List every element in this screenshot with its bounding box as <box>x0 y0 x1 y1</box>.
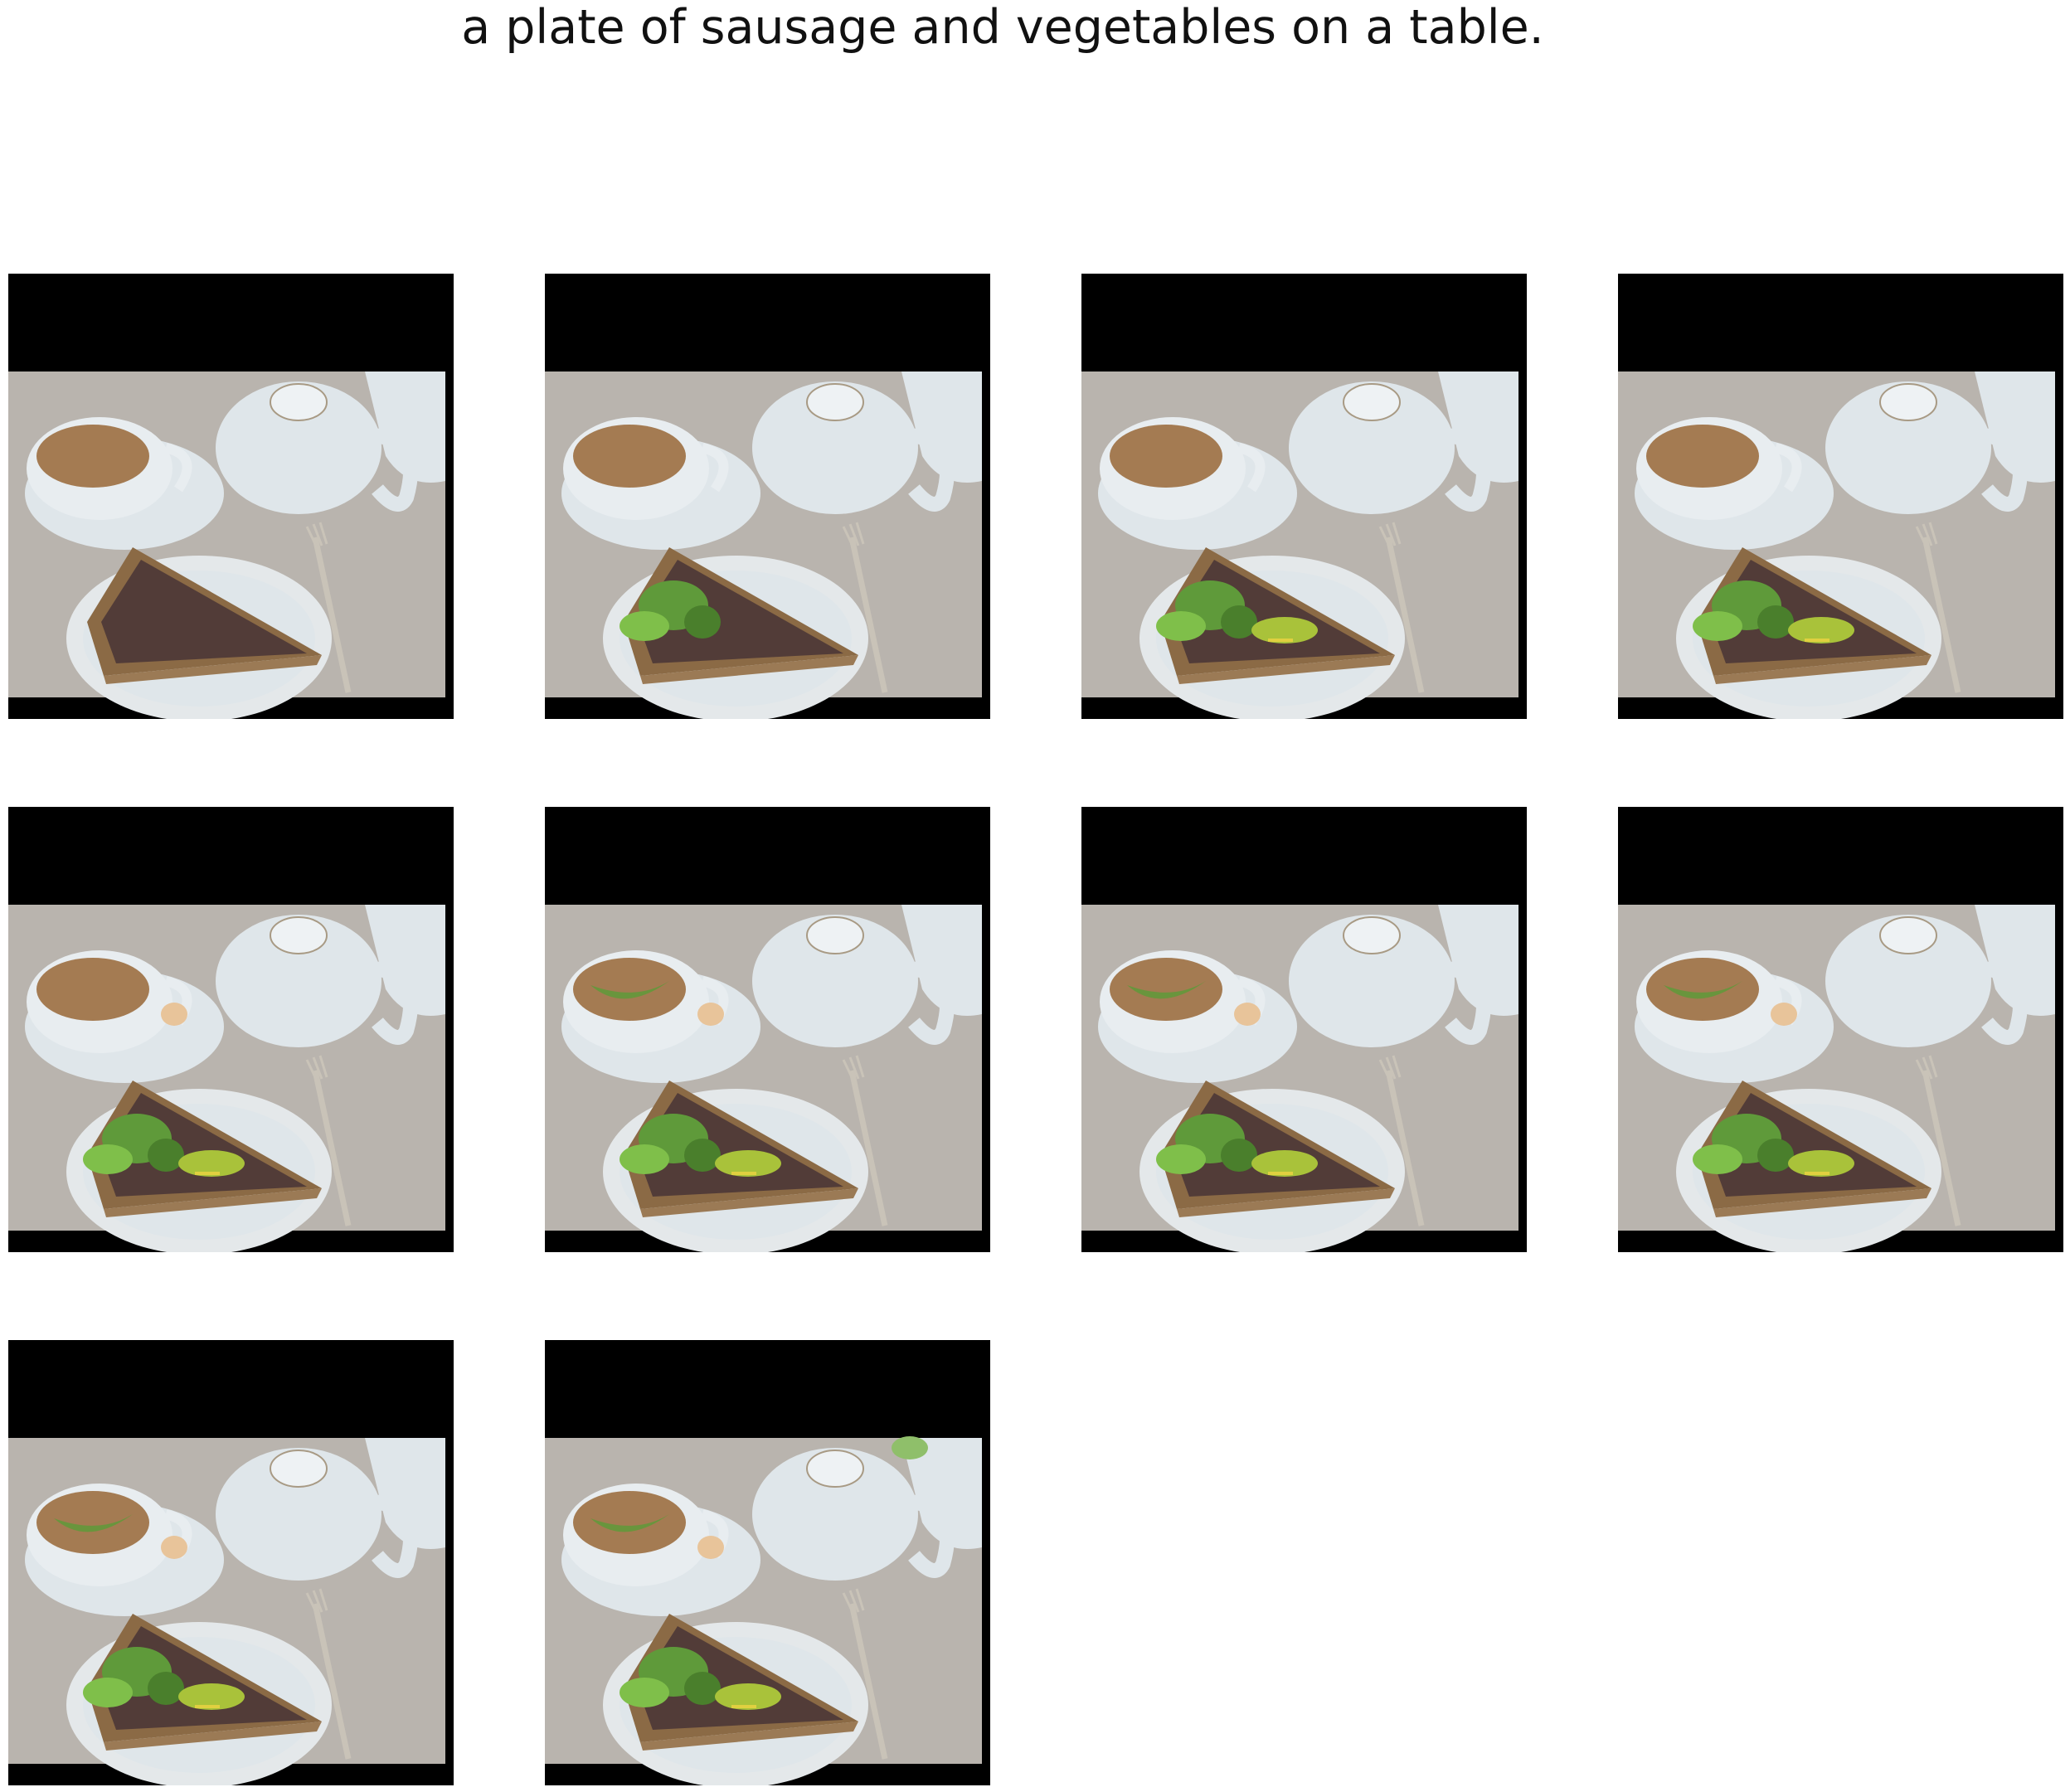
generated-image-7 <box>1081 807 1527 1252</box>
generated-image-8 <box>1618 807 2063 1252</box>
generated-image-6 <box>545 807 990 1252</box>
generated-image-3 <box>1081 274 1527 719</box>
generated-image-5 <box>8 807 454 1252</box>
generated-image-9 <box>8 1340 454 1785</box>
generated-image-1 <box>8 274 454 719</box>
generated-image-4 <box>1618 274 2063 719</box>
generated-image-2 <box>545 274 990 719</box>
figure-caption: a plate of sausage and vegetables on a t… <box>461 0 1544 55</box>
generated-image-10 <box>545 1340 990 1785</box>
